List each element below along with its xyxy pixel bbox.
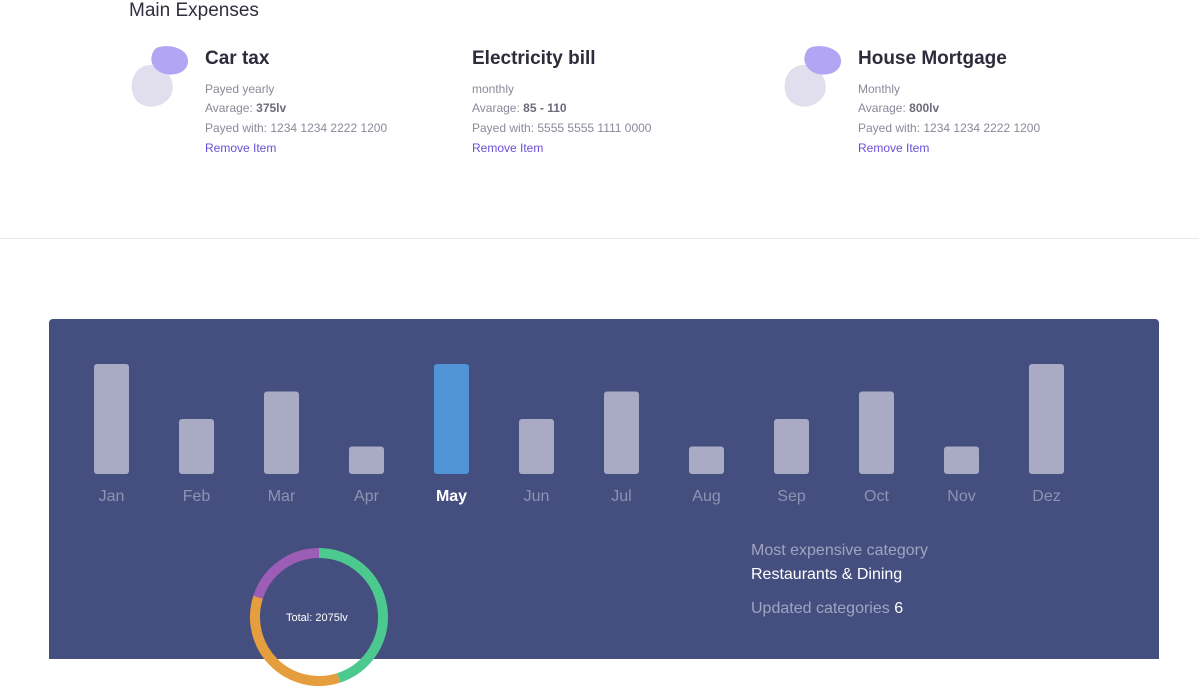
expense-amount: Avarage: 375lv — [205, 101, 286, 115]
month-label-jul: Jul — [611, 488, 631, 505]
expense-payment-card: Payed with: 1234 1234 2222 1200 — [858, 121, 1041, 135]
amount-separator: - — [539, 101, 544, 115]
bar-jun[interactable] — [519, 419, 554, 474]
amount-label: Avarage: — [205, 101, 253, 115]
amount-value: 375lv — [256, 101, 287, 115]
stats-panel: Jan Feb Mar Apr May Jun Jul Aug Sep Oct Nov Dez Tot… — [49, 319, 1159, 686]
month-label-apr: Apr — [354, 488, 380, 505]
bar-dez[interactable] — [1029, 364, 1064, 474]
expense-title: Electricity bill — [472, 48, 596, 69]
expense-title: Car tax — [205, 48, 270, 69]
expense-frequency: Payed yearly — [205, 82, 275, 96]
expense-blob-icon — [784, 46, 842, 107]
expense-title: House Mortgage — [858, 48, 1007, 69]
month-label-oct: Oct — [864, 488, 889, 505]
month-label-aug: Aug — [692, 488, 720, 505]
expense-amount: Avarage: 800lv — [858, 101, 939, 115]
amount-label: Avarage: — [472, 101, 520, 115]
section-divider — [0, 238, 1199, 239]
bar-mar[interactable] — [264, 391, 299, 475]
month-label-sep: Sep — [777, 488, 806, 505]
bar-apr[interactable] — [349, 446, 384, 475]
bar-oct[interactable] — [859, 391, 894, 475]
month-label-feb: Feb — [183, 488, 211, 505]
expense-frequency: Monthly — [858, 82, 901, 96]
remove-item-link[interactable]: Remove Item — [472, 141, 543, 155]
bar-aug[interactable] — [689, 446, 724, 475]
month-label-may: May — [436, 488, 467, 505]
bar-jan[interactable] — [94, 364, 129, 474]
remove-item-link[interactable]: Remove Item — [205, 141, 276, 155]
expense-payment-card: Payed with: 1234 1234 2222 1200 — [205, 121, 388, 135]
expense-amount: Avarage: 85 - 110 — [472, 101, 567, 115]
bar-may[interactable] — [434, 364, 469, 474]
most-expensive-label: Most expensive category — [751, 542, 928, 559]
bar-nov[interactable] — [944, 446, 979, 475]
donut-segment — [250, 595, 341, 686]
bar-jul[interactable] — [604, 391, 639, 475]
most-expensive-value: Restaurants & Dining — [751, 566, 903, 583]
monthly-expenses-chart: Jan Feb Mar Apr May Jun Jul Aug Sep Oct Nov Dez — [94, 364, 1064, 505]
amount-max: 110 — [547, 101, 567, 115]
amount-value: 800lv — [909, 101, 940, 115]
month-label-nov: Nov — [947, 488, 975, 505]
donut-total-label: Total: 2075lv — [286, 612, 348, 624]
month-label-mar: Mar — [268, 488, 296, 505]
expense-payment-card: Payed with: 5555 5555 1111 0000 — [472, 121, 652, 135]
bar-feb[interactable] — [179, 419, 214, 474]
updated-categories: Updated categories 6 — [751, 600, 903, 618]
bar-sep[interactable] — [774, 419, 809, 474]
expense-frequency: monthly — [472, 82, 515, 96]
month-label-dez: Dez — [1032, 488, 1060, 505]
donut-segment — [253, 548, 320, 599]
expense-blob-icon — [131, 46, 189, 107]
month-label-jan: Jan — [99, 488, 125, 505]
amount-min: 85 — [523, 101, 537, 115]
section-title: Main Expenses — [129, 0, 259, 21]
remove-item-link[interactable]: Remove Item — [858, 141, 929, 155]
updated-categories-label: Updated categories — [751, 600, 890, 617]
updated-categories-value: 6 — [894, 600, 904, 617]
month-label-jun: Jun — [524, 488, 550, 505]
amount-label: Avarage: — [858, 101, 906, 115]
